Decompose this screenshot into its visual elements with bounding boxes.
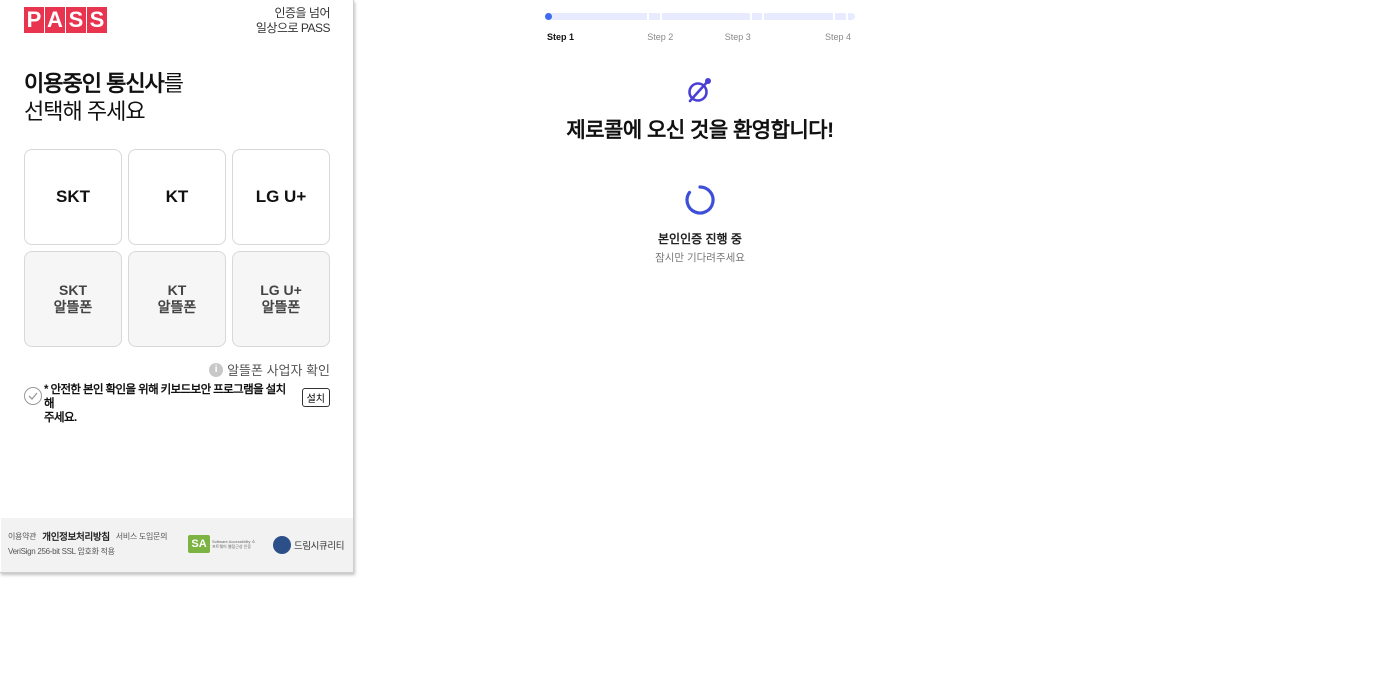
progress-separator (833, 13, 835, 20)
step-label: Step 3 (724, 32, 751, 42)
footer-links: 이용약관 개인정보처리방침 서비스 도입문의 (8, 529, 168, 544)
carrier-skt-button[interactable]: SKT (24, 149, 122, 245)
pass-logo-letter: S (87, 7, 107, 33)
heading-line2: 선택해 주세요 (24, 99, 146, 124)
carrier-heading: 이용중인 통신사를 선택해 주세요 (24, 70, 184, 126)
inquiry-link[interactable]: 서비스 도입문의 (116, 531, 168, 542)
install-button[interactable]: 설치 (301, 388, 330, 407)
check-circle-icon[interactable] (24, 387, 42, 405)
heading-suffix: 를 (163, 71, 184, 96)
mvno-check-link[interactable]: i 알뜰폰 사업자 확인 (209, 360, 330, 379)
progress-track (545, 13, 855, 20)
verification-status-subtitle: 잠시만 기다려주세요 (655, 252, 745, 264)
accessibility-cert-logo: SA Software Accessibility 소프트웨어 웹접근성 인증 (188, 535, 256, 553)
welcome-title: 제로콜에 오신 것을 환영합니다! (566, 119, 834, 142)
progress-separator (647, 13, 649, 20)
sa-text: Software Accessibility 소프트웨어 웹접근성 인증 (212, 539, 256, 549)
progress-separator (846, 13, 848, 20)
security-text-line: * 안전한 본인 확인을 위해 키보드보안 프로그램을 설치해 (44, 384, 286, 410)
carrier-kt-mvno-button[interactable]: KT 알뜰폰 (128, 251, 226, 347)
privacy-link[interactable]: 개인정보처리방침 (42, 529, 110, 543)
step-label: Step 1 (547, 32, 575, 42)
sa-mark-icon: SA (188, 535, 210, 553)
carrier-name: LG U+ (260, 282, 302, 298)
step-label: Step 4 (825, 32, 852, 42)
step-label: Step 2 (647, 32, 674, 42)
carrier-skt-mvno-button[interactable]: SKT 알뜰폰 (24, 251, 122, 347)
carrier-kt-button[interactable]: KT (128, 149, 226, 245)
verification-status-title: 본인인증 진행 중 (658, 232, 742, 246)
carrier-type: 알뜰폰 (261, 299, 301, 315)
dreamsecurity-logo: 드림시큐리티 (273, 536, 344, 554)
info-icon: i (209, 362, 224, 377)
progress-fill (545, 13, 552, 20)
pass-logo-letter: A (45, 7, 65, 33)
dreamsecurity-emblem-icon (273, 536, 291, 554)
heading-bold: 이용중인 통신사 (24, 71, 165, 96)
loading-spinner-icon (685, 185, 715, 215)
carrier-name: KT (167, 282, 187, 298)
phone-slash-icon (688, 78, 711, 103)
popup-footer: 이용약관 개인정보처리방침 서비스 도입문의 VeriSign 256-bit … (1, 518, 353, 572)
carrier-name: SKT (59, 282, 87, 298)
progress-separator (762, 13, 764, 20)
step-labels: Step 1 Step 2 Step 3 Step 4 (545, 32, 855, 46)
terms-link[interactable]: 이용약관 (8, 531, 37, 542)
carrier-grid: SKT KT LG U+ SKT 알뜰폰 KT 알뜰폰 LG U+ 알뜰폰 (24, 149, 330, 347)
progress-separator (660, 13, 662, 20)
security-text-line: 주세요. (44, 412, 77, 424)
slogan-line: 인증을 넘어 (274, 6, 330, 20)
keyboard-security-notice: * 안전한 본인 확인을 위해 키보드보안 프로그램을 설치해 주세요. 설치 (24, 383, 330, 425)
pass-logo-letter: S (66, 7, 86, 33)
mvno-check-label: 알뜰폰 사업자 확인 (227, 363, 330, 378)
pass-logo: P A S S (24, 7, 107, 33)
carrier-lgu-mvno-button[interactable]: LG U+ 알뜰폰 (232, 251, 330, 347)
pass-popup: P A S S 인증을 넘어 일상으로 PASS 이용중인 통신사를 선택해 주… (0, 0, 354, 573)
carrier-type: 알뜰폰 (157, 299, 197, 315)
carrier-lgu-button[interactable]: LG U+ (232, 149, 330, 245)
slogan-line: 일상으로 PASS (255, 21, 331, 35)
signup-stepper: Step 1 Step 2 Step 3 Step 4 (545, 13, 855, 46)
progress-separator (750, 13, 752, 20)
pass-slogan: 인증을 넘어 일상으로 PASS (255, 6, 331, 36)
ssl-note: VeriSign 256-bit SSL 암호화 적용 (8, 547, 115, 556)
security-text: * 안전한 본인 확인을 위해 키보드보안 프로그램을 설치해 주세요. (44, 383, 294, 425)
pass-logo-letter: P (24, 7, 44, 33)
dreamsecurity-text: 드림시큐리티 (294, 541, 345, 552)
carrier-type: 알뜰폰 (53, 299, 93, 315)
